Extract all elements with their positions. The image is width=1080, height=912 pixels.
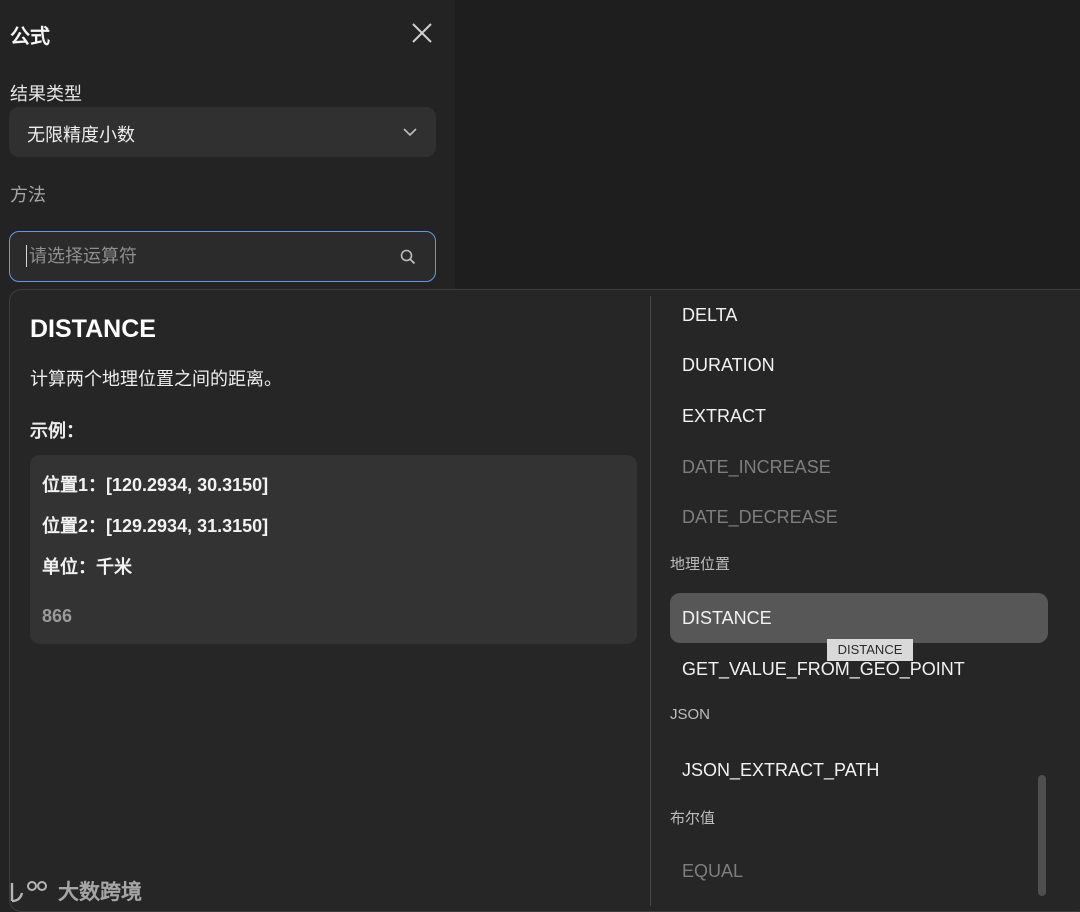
operator-search-input[interactable] xyxy=(26,245,386,267)
list-item-equal: EQUAL xyxy=(682,861,744,881)
app-root: 公式 结果类型 无限精度小数 方法 DISTANCE 计算两 xyxy=(0,0,1080,912)
group-label-json: JSON xyxy=(670,706,711,723)
list-item-date-increase: DATE_INCREASE xyxy=(682,457,831,477)
list-item-extract[interactable]: EXTRACT xyxy=(670,391,1048,441)
search-icon xyxy=(400,249,416,265)
watermark: 大数跨境 xyxy=(8,876,142,906)
group-label-geo: 地理位置 xyxy=(670,556,731,573)
scrollbar[interactable] xyxy=(1038,775,1046,896)
list-item-duration[interactable]: DURATION xyxy=(670,340,1048,390)
group-label-boolean: 布尔值 xyxy=(670,810,716,827)
panel-header: 公式 xyxy=(10,20,435,48)
operator-dropdown: DISTANCE 计算两个地理位置之间的距离。 示例： 位置1：[120.293… xyxy=(9,289,1080,912)
watermark-text: 大数跨境 xyxy=(58,881,142,904)
watermark-logo-icon xyxy=(10,881,47,903)
example-box: 位置1：[120.2934, 30.3150] 位置2：[129.2934, 3… xyxy=(30,455,637,644)
detail-description: 计算两个地理位置之间的距离。 xyxy=(30,369,282,389)
operator-list: DELTA DURATION EXTRACT DATE_INCREASE DAT… xyxy=(670,290,1060,911)
divider xyxy=(650,296,651,906)
example-line: 单位：千米 xyxy=(42,557,132,577)
chevron-down-icon xyxy=(403,128,417,137)
tooltip: DISTANCE xyxy=(827,639,913,661)
close-button[interactable] xyxy=(409,20,435,46)
panel-title: 公式 xyxy=(10,26,50,48)
result-type-value: 无限精度小数 xyxy=(27,125,135,145)
example-line: 位置1：[120.2934, 30.3150] xyxy=(42,475,269,495)
operator-search[interactable] xyxy=(9,231,436,282)
method-label: 方法 xyxy=(10,185,46,205)
example-line: 位置2：[129.2934, 31.3150] xyxy=(42,516,269,536)
list-item-json-extract-path[interactable]: JSON_EXTRACT_PATH xyxy=(670,745,1048,795)
result-type-select[interactable]: 无限精度小数 xyxy=(9,107,436,157)
example-result: 866 xyxy=(42,606,73,626)
detail-title: DISTANCE xyxy=(30,315,156,343)
list-item-delta[interactable]: DELTA xyxy=(670,290,1048,340)
close-icon xyxy=(412,23,432,43)
result-type-label: 结果类型 xyxy=(10,84,82,104)
list-item-distance[interactable]: DISTANCE xyxy=(670,593,1048,643)
operator-detail: DISTANCE 计算两个地理位置之间的距离。 示例： 位置1：[120.293… xyxy=(10,290,650,911)
example-label: 示例： xyxy=(30,421,84,441)
list-item-date-decrease: DATE_DECREASE xyxy=(682,507,838,527)
